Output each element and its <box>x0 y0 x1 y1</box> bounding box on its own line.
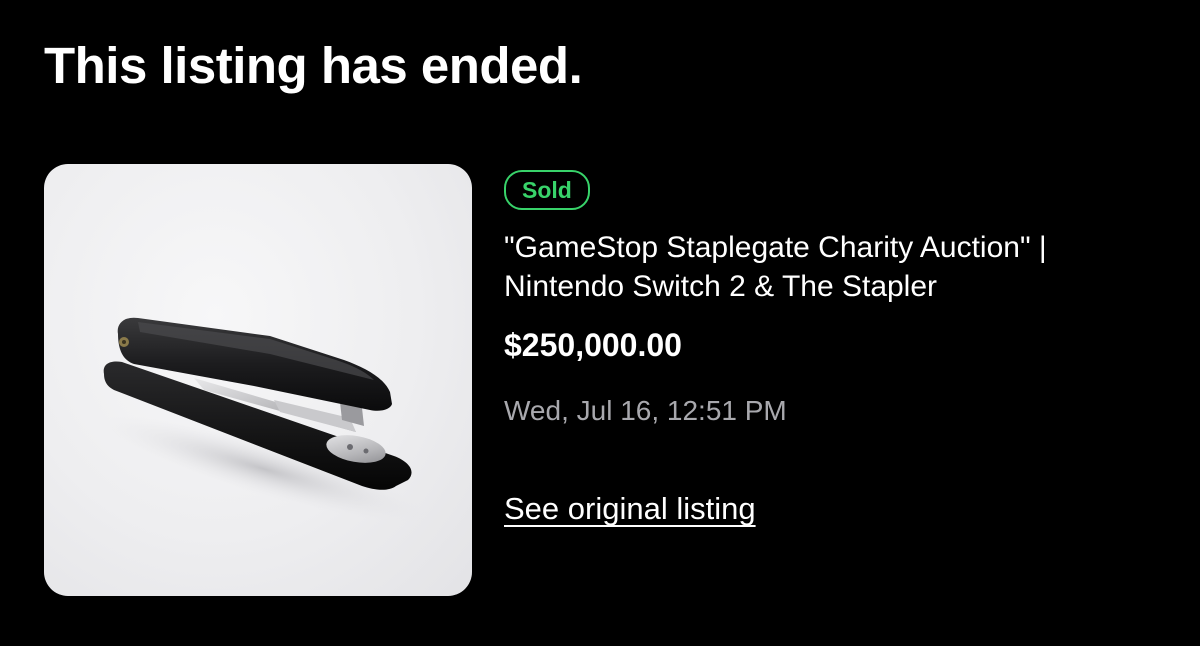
listing-end-date: Wed, Jul 16, 12:51 PM <box>504 395 787 426</box>
sold-status-badge: Sold <box>504 170 590 210</box>
page-title: This listing has ended. <box>44 37 583 94</box>
listing-price: $250,000.00 <box>504 327 682 363</box>
listing-thumbnail[interactable] <box>44 164 472 596</box>
listing-title: "GameStop Staplegate Charity Auction" | … <box>504 231 1047 303</box>
see-original-listing-link[interactable]: See original listing <box>504 490 756 528</box>
listing-details: Sold "GameStop Staplegate Charity Auctio… <box>504 170 1164 528</box>
listing-ended-page: This listing has ended. Sold "GameStop S… <box>0 0 1200 646</box>
stapler-image <box>100 317 428 523</box>
